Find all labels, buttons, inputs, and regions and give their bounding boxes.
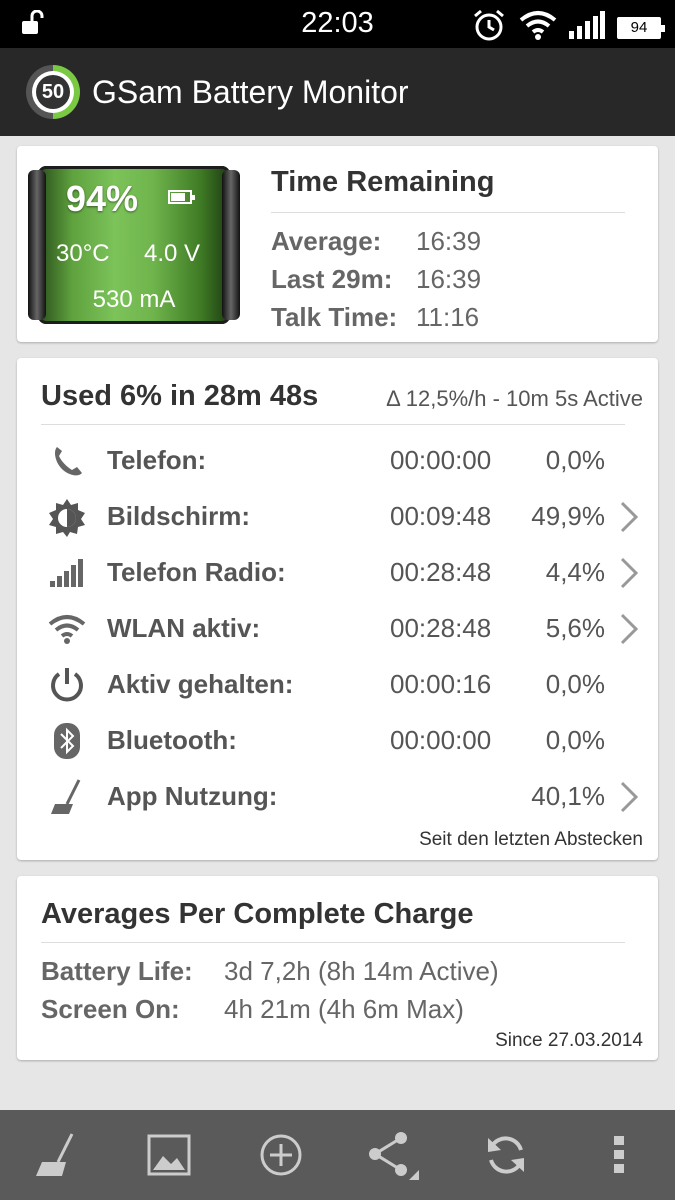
usage-time: 00:00:00 [390,445,492,475]
usage-row-telefon[interactable]: Telefon: 00:00:00 0,0% [17,433,658,489]
time-remaining-title: Time Remaining [271,166,495,198]
usage-percent: 0,0% [545,669,605,699]
image-icon [147,1134,191,1176]
usage-row-bildschirm[interactable]: Bildschirm: 00:09:48 49,9% [17,489,658,545]
usage-time: 00:09:48 [390,501,492,531]
usage-card: Used 6% in 28m 48s Δ 12,5%/h - 10m 5s Ac… [17,358,658,860]
row-label: Average: [271,226,382,256]
usage-percent: 4,4% [545,557,605,587]
usage-time: 00:00:00 [390,725,492,755]
averages-footer: Since 27.03.2014 [495,1030,643,1051]
overflow-menu-icon [613,1136,624,1173]
battery-graphic: 94% 30°C 4.0 V 530 mA [28,166,240,324]
wifi-status-icon [519,10,557,45]
share-button[interactable] [364,1125,424,1185]
alarm-icon [471,8,507,47]
usage-row-app-nutzung[interactable]: App Nutzung: 40,1% [17,769,658,825]
broom-icon [36,1133,74,1176]
row-value: 16:39 [416,226,482,256]
usage-row-telefon-radio[interactable]: Telefon Radio: 00:28:48 4,4% [17,545,658,601]
battery-percent: 94% [66,178,139,219]
action-bar: 50 GSam Battery Monitor [0,48,675,136]
brightness-icon [47,499,87,537]
usage-name: Bluetooth: [107,725,237,755]
row-label: Battery Life: [41,956,193,986]
chevron-right-icon[interactable] [616,781,642,813]
bottom-action-bar [0,1110,675,1200]
add-circle-icon [260,1134,302,1176]
app-logo[interactable]: 50 [26,65,80,119]
cell-signal-icon [569,11,605,44]
time-remaining-last: Last 29m: 16:39 [271,264,481,295]
share-icon [368,1132,419,1180]
chevron-right-icon[interactable] [616,557,642,589]
row-value: 4h 21m (4h 6m Max) [224,994,464,1024]
usage-percent: 49,9% [531,501,605,531]
usage-name: Aktiv gehalten: [107,669,294,699]
averages-card[interactable]: Averages Per Complete Charge Battery Lif… [17,876,658,1060]
row-value: 11:16 [416,302,480,332]
battery-status-card[interactable]: 94% 30°C 4.0 V 530 mA Time Remaining Ave… [17,146,658,342]
usage-percent: 0,0% [545,725,605,755]
row-label: Screen On: [41,994,180,1024]
battery-temperature: 30°C [56,240,110,267]
usage-time: 00:28:48 [390,557,492,587]
usage-footer: Seit den letzten Abstecken [419,829,643,850]
app-logo-text: 50 [36,75,70,109]
chevron-right-icon[interactable] [616,501,642,533]
power-icon [47,667,87,703]
battery-status-icon: 94 [617,16,665,39]
usage-row-aktiv-gehalten[interactable]: Aktiv gehalten: 00:00:16 0,0% [17,657,658,713]
row-label: Talk Time: [271,302,398,332]
refresh-button[interactable] [476,1125,536,1185]
overflow-menu-button[interactable] [589,1125,649,1185]
usage-name: App Nutzung: [107,781,278,811]
battery-current: 530 mA [92,286,176,313]
usage-name: Telefon Radio: [107,557,286,587]
row-value: 16:39 [416,264,482,294]
app-title: GSam Battery Monitor [92,73,409,110]
add-button[interactable] [251,1125,311,1185]
row-value: 3d 7,2h (8h 14m Active) [224,956,499,986]
battery-voltage: 4.0 V [144,240,201,267]
usage-time: 00:28:48 [390,613,492,643]
battery-small-icon [168,190,195,204]
status-bar: 22:03 94 [0,0,675,48]
usage-percent: 40,1% [531,781,605,811]
usage-title: Used 6% in 28m 48s [41,380,319,412]
divider [41,424,625,425]
image-button[interactable] [139,1125,199,1185]
averages-screen-on: Screen On: 4h 21m (4h 6m Max) [41,994,464,1025]
wifi-icon [47,611,87,647]
broom-icon [47,779,87,815]
averages-title: Averages Per Complete Charge [41,898,474,930]
usage-percent: 5,6% [545,613,605,643]
usage-row-wlan[interactable]: WLAN aktiv: 00:28:48 5,6% [17,601,658,657]
divider [271,212,625,213]
usage-name: WLAN aktiv: [107,613,261,643]
usage-row-bluetooth[interactable]: Bluetooth: 00:00:00 0,0% [17,713,658,769]
bluetooth-icon [47,723,87,759]
usage-name: Telefon: [107,445,207,475]
time-remaining-average: Average: 16:39 [271,226,481,257]
usage-time: 00:00:16 [390,669,492,699]
usage-delta: Δ 12,5%/h - 10m 5s Active [386,386,643,411]
usage-percent: 0,0% [545,445,605,475]
divider [41,942,625,943]
signal-icon [47,555,87,591]
averages-battery-life: Battery Life: 3d 7,2h (8h 14m Active) [41,956,499,987]
chevron-right-icon[interactable] [616,613,642,645]
broom-button[interactable] [26,1125,86,1185]
row-label: Last 29m: [271,264,393,294]
usage-name: Bildschirm: [107,501,251,531]
refresh-icon [488,1136,525,1174]
phone-icon [47,443,87,479]
time-remaining-talk: Talk Time: 11:16 [271,302,479,333]
